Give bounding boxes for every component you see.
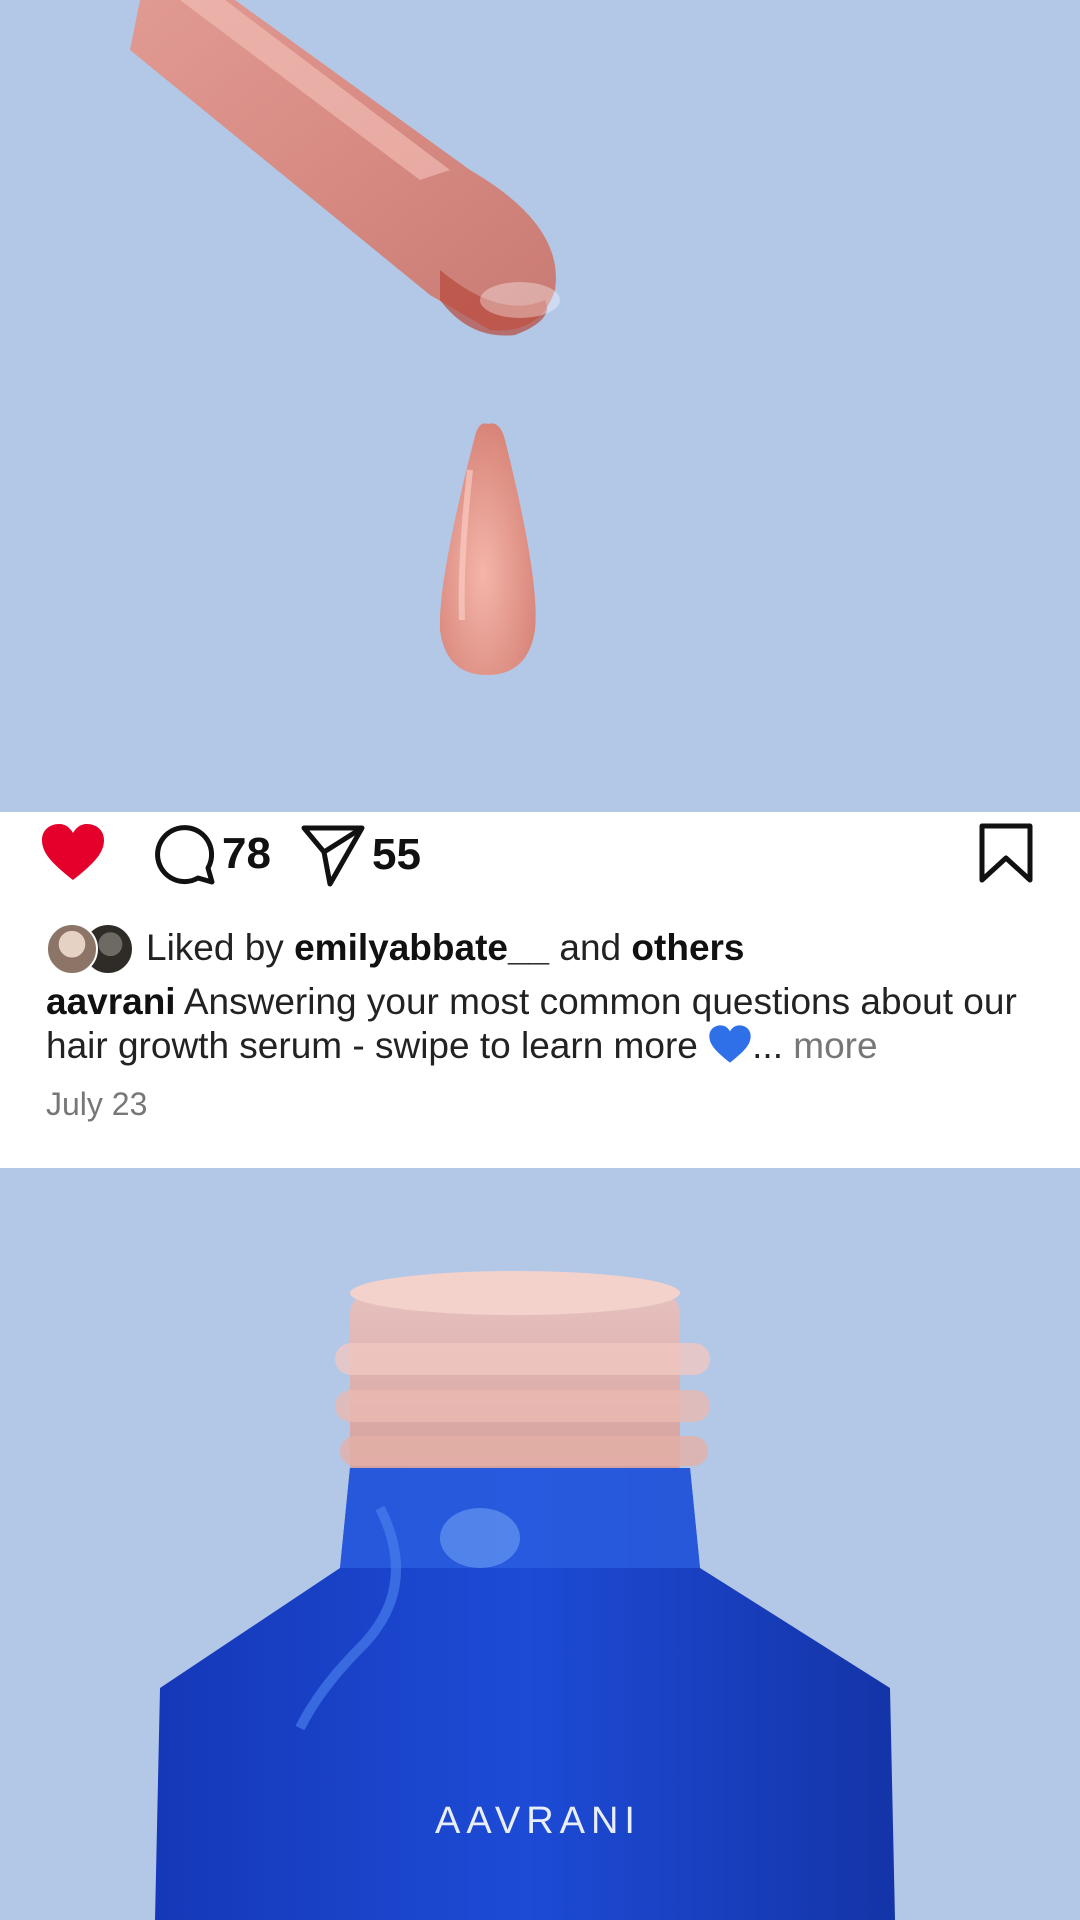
liked-user-link[interactable]: emilyabbate__ (294, 927, 549, 968)
like-button[interactable] (40, 822, 106, 882)
caption-more-link[interactable]: more (793, 1025, 877, 1066)
post-image-bottle[interactable]: AAVRANI (0, 1168, 1080, 1920)
liked-by-text: Liked by emilyabbate__ and others (146, 927, 745, 969)
liked-and-text: and (559, 927, 622, 968)
post-image-dropper[interactable] (0, 0, 1080, 812)
liked-others-link[interactable]: others (631, 927, 744, 968)
post-action-bar: 78 55 (0, 812, 1080, 902)
comment-count: 78 (222, 829, 271, 878)
liked-by-row[interactable]: Liked by emilyabbate__ and others (46, 920, 745, 976)
send-icon (301, 825, 365, 887)
bookmark-icon (979, 823, 1033, 883)
author-username[interactable]: aavrani (46, 981, 176, 1022)
liker-avatars (46, 921, 136, 975)
bottle-illustration: AAVRANI (155, 1271, 895, 1920)
save-button[interactable] (978, 822, 1034, 884)
avatar (46, 923, 98, 975)
comment-button[interactable]: 78 (152, 822, 271, 886)
blue-heart-icon (708, 1024, 752, 1074)
post-caption: aavrani Answering your most common quest… (46, 980, 1036, 1074)
liked-by-prefix: Liked by (146, 927, 284, 968)
bottle-brand-label: AAVRANI (435, 1800, 641, 1842)
share-button[interactable]: 55 (300, 822, 421, 888)
dropper-illustration (130, 0, 560, 675)
post-date: July 23 (46, 1086, 148, 1122)
share-count: 55 (372, 830, 421, 879)
heart-icon (42, 824, 104, 880)
caption-ellipsis: ... (752, 1025, 783, 1066)
comment-icon (155, 825, 215, 885)
